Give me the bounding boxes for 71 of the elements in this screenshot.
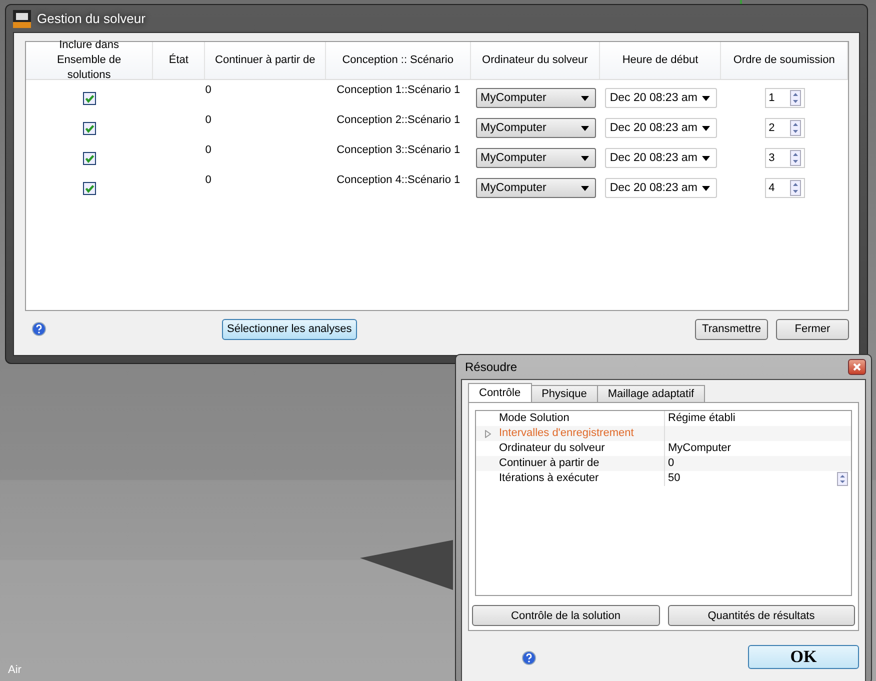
table-cell: 0 (205, 114, 212, 126)
column-header: État (153, 42, 206, 79)
property-name: Ordinateur du solveur (499, 441, 605, 456)
caret-icon (580, 126, 589, 130)
close-button[interactable] (848, 359, 866, 375)
computer-dropdown[interactable]: MyComputer (476, 88, 596, 108)
property-value: 50 (668, 471, 680, 486)
order-spinner[interactable]: 2 (764, 118, 805, 138)
caret-icon (702, 126, 710, 130)
property-name: Intervalles d'enregistrement (499, 426, 634, 441)
table-cell: Conception 3::Scénario 1 (336, 144, 460, 156)
caret-icon (702, 156, 710, 160)
window-title: Gestion du solveur (37, 11, 146, 26)
include-checkbox[interactable] (83, 182, 96, 194)
computer-dropdown[interactable]: MyComputer (476, 148, 596, 168)
table-cell: Conception 2::Scénario 1 (336, 114, 460, 126)
app-icon (13, 10, 31, 28)
help-icon[interactable] (522, 650, 536, 664)
tab[interactable]: Physique (530, 385, 598, 402)
tab[interactable]: Contrôle (468, 383, 532, 402)
order-spinner[interactable]: 1 (764, 88, 805, 108)
ok-button[interactable]: OK (748, 644, 859, 668)
property-name: Itérations à exécuter (499, 471, 599, 486)
property-value: Régime établi (668, 411, 736, 426)
caret-icon (580, 96, 589, 100)
computer-dropdown[interactable]: MyComputer (476, 118, 596, 138)
panel-button[interactable]: Quantités de résultats (668, 605, 855, 626)
tab[interactable]: Maillage adaptatif (596, 385, 706, 402)
panel-button[interactable]: Contrôle de la solution (472, 605, 660, 626)
dialog-button[interactable]: Transmettre (695, 318, 768, 340)
spin-arrows-icon (790, 180, 801, 196)
column-header: Continuer à partir de (205, 42, 326, 79)
computer-dropdown[interactable]: MyComputer (476, 178, 596, 198)
order-spinner[interactable]: 4 (764, 178, 805, 198)
time-dropdown[interactable]: Dec 20 08:23 am (604, 88, 717, 108)
property-name: Mode Solution (499, 411, 570, 426)
caret-icon (580, 156, 589, 160)
column-header: Conception :: Scénario (326, 42, 471, 79)
expand-arrow-icon[interactable] (485, 430, 491, 438)
table-cell: 0 (205, 84, 212, 96)
table-cell: Conception 4::Scénario 1 (336, 174, 460, 186)
time-dropdown[interactable]: Dec 20 08:23 am (604, 118, 717, 138)
include-checkbox[interactable] (83, 92, 96, 104)
column-header: Inclure dans Ensemble de solutions (26, 42, 154, 79)
property-value: 0 (668, 456, 674, 471)
include-checkbox[interactable] (83, 152, 96, 164)
object-label: Air (8, 664, 22, 676)
spin-arrows-icon (790, 90, 801, 106)
time-dropdown[interactable]: Dec 20 08:23 am (604, 178, 717, 198)
column-header: Ordre de soumission (721, 42, 848, 79)
table-cell: Conception 1::Scénario 1 (336, 84, 460, 96)
caret-icon (702, 96, 710, 100)
caret-icon (702, 186, 710, 190)
table-cell: 0 (205, 144, 212, 156)
select-analyses-button[interactable]: Sélectionner les analyses (222, 318, 357, 340)
spin-arrows-icon (790, 150, 801, 166)
time-dropdown[interactable]: Dec 20 08:23 am (604, 148, 717, 168)
dialog-button[interactable]: Fermer (776, 318, 849, 340)
table-cell: 0 (205, 174, 212, 186)
include-checkbox[interactable] (83, 122, 96, 134)
column-header: Ordinateur du solveur (470, 42, 600, 79)
column-header: Heure de début (600, 42, 722, 79)
order-spinner[interactable]: 3 (764, 148, 805, 168)
window-title: Résoudre (465, 360, 518, 374)
close-icon (853, 363, 861, 371)
help-icon[interactable] (32, 322, 46, 336)
property-value: MyComputer (668, 441, 731, 456)
spin-arrows-icon[interactable] (837, 472, 848, 486)
spin-arrows-icon (790, 120, 801, 136)
caret-icon (580, 186, 589, 190)
property-name: Continuer à partir de (499, 456, 600, 471)
